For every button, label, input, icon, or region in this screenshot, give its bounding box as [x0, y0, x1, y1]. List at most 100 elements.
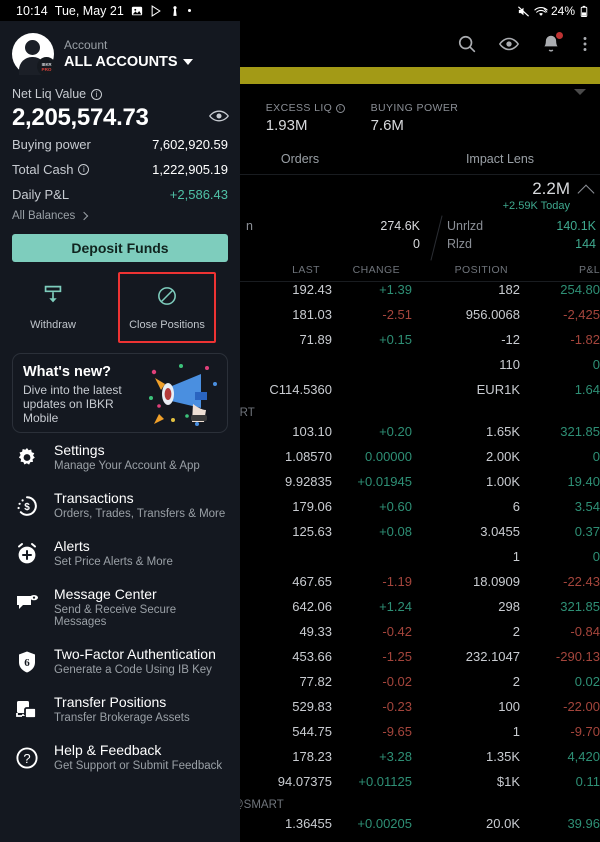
question-circle-icon: ? — [14, 745, 40, 771]
whats-new-subtitle: Dive into the latest updates on IBKR Mob… — [23, 383, 122, 425]
summary-name: Rlzd — [447, 237, 473, 251]
cell-change: -2.51 — [382, 307, 412, 322]
cell-position: 20.0K — [486, 816, 520, 831]
drawer-item-subtitle: Orders, Trades, Transfers & More — [54, 508, 226, 520]
account-header[interactable]: IBKR PRO Account ALL ACCOUNTS — [0, 21, 240, 81]
balance-label-text: Buying power — [12, 137, 91, 152]
cell-position: 1 — [512, 549, 520, 564]
info-icon[interactable]: i — [335, 104, 345, 113]
drawer-item-help-feedback[interactable]: ? Help & Feedback Get Support or Submit Fe… — [0, 733, 240, 781]
drawer-item-alerts[interactable]: Alerts Set Price Alerts & More — [0, 529, 240, 577]
drawer-item-two-factor-authentication[interactable]: 6 Two-Factor Authentication Generate a Cod… — [0, 637, 240, 685]
net-liq-value: 2,205,574.73 — [12, 104, 149, 131]
bell-icon[interactable] — [540, 32, 563, 55]
cell-last: 77.82 — [299, 674, 332, 689]
summary-name: Unrlzd — [447, 219, 484, 233]
cell-pl: 3.54 — [574, 499, 600, 514]
whats-new-card[interactable]: What's new? Dive into the latest updates… — [12, 353, 228, 433]
drawer-item-subtitle: Get Support or Submit Feedback — [54, 760, 223, 772]
cell-last: 71.89 — [299, 332, 332, 347]
cell-pl: -1.82 — [570, 332, 600, 347]
drawer-item-message-center[interactable]: Message Center Send & Receive Secure Mess… — [0, 577, 240, 637]
cell-last: 192.43 — [292, 282, 332, 297]
cell-position: 18.0909 — [473, 574, 520, 589]
cell-position: $1K — [496, 774, 520, 789]
metric-label: EXCESS LIQ i — [266, 102, 345, 114]
tab-impact-lens[interactable]: Impact Lens — [400, 152, 600, 166]
chevron-up-icon[interactable] — [577, 184, 595, 202]
summary-total-value: 2.2M — [532, 179, 570, 198]
cell-position: 1.00K — [486, 474, 520, 489]
cell-position: 2 — [512, 624, 520, 639]
cell-last: 467.65 — [292, 574, 332, 589]
overflow-menu-icon[interactable] — [582, 33, 588, 55]
cell-last: 642.06 — [292, 599, 332, 614]
drawer-item-transfer-positions[interactable]: Transfer Positions Transfer Brokerage Ass… — [0, 685, 240, 733]
play-store-icon — [150, 4, 162, 17]
image-icon — [131, 5, 143, 17]
cell-pl: -0.84 — [570, 624, 600, 639]
cell-change: +3.28 — [379, 749, 412, 764]
navigation-drawer: IBKR PRO Account ALL ACCOUNTS Net Liq Va… — [0, 21, 240, 842]
close-positions-action[interactable]: Close Positions — [118, 272, 216, 343]
cell-change: -0.02 — [382, 674, 412, 689]
column-header-last[interactable]: LAST — [240, 264, 320, 276]
chevron-down-icon[interactable] — [182, 59, 193, 65]
cell-pl: 0 — [592, 549, 600, 564]
cell-pl: 321.85 — [560, 424, 600, 439]
drawer-item-transactions[interactable]: $ Transactions Orders, Trades, Transfers &… — [0, 481, 240, 529]
cell-change: -9.65 — [382, 724, 412, 739]
cell-last: 178.23 — [292, 749, 332, 764]
balance-label: Total Cash i — [12, 162, 90, 177]
cell-change: +0.01945 — [357, 474, 412, 489]
svg-text:$: $ — [24, 502, 30, 513]
column-header-position[interactable]: POSITION — [424, 264, 508, 276]
cell-position: 1.35K — [486, 749, 520, 764]
metric-excess-liq[interactable]: EXCESS LIQ i 1.93M — [266, 102, 371, 134]
cell-position: 2.00K — [486, 449, 520, 464]
shield-key-icon: 6 — [14, 649, 40, 675]
drawer-item-text: Message Center Send & Receive Secure Mess… — [54, 586, 228, 628]
withdraw-action[interactable]: Withdraw — [6, 272, 100, 343]
cell-position: 100 — [498, 699, 520, 714]
eye-icon[interactable] — [208, 109, 230, 123]
summary-left-label: n — [246, 219, 253, 233]
chevron-down-icon[interactable] — [574, 89, 586, 95]
column-header-change[interactable]: CHANGE — [328, 264, 400, 276]
column-header-pl[interactable]: P&L — [534, 264, 600, 276]
balance-label-text: Daily P&L — [12, 187, 70, 202]
transfer-icon — [14, 697, 40, 723]
eye-icon[interactable] — [498, 33, 520, 55]
search-icon[interactable] — [456, 33, 478, 55]
cell-position: 6 — [512, 499, 520, 514]
summary-today-change: +2.59K Today — [502, 200, 570, 212]
cell-change: +0.15 — [379, 332, 412, 347]
metric-buying-power[interactable]: BUYING POWER 7.6M — [371, 102, 485, 134]
cell-pl: 0.02 — [574, 674, 600, 689]
cell-position: 182 — [498, 282, 520, 297]
drawer-item-text: Transfer Positions Transfer Brokerage Ass… — [54, 694, 190, 724]
drawer-item-subtitle: Transfer Brokerage Assets — [54, 712, 190, 724]
drawer-item-subtitle: Send & Receive Secure Messages — [54, 604, 177, 628]
drawer-item-title: Settings — [54, 442, 105, 458]
deposit-funds-button[interactable]: Deposit Funds — [12, 234, 228, 262]
cell-pl: 0 — [592, 357, 600, 372]
cell-position: 298 — [498, 599, 520, 614]
account-selector[interactable]: ALL ACCOUNTS — [64, 54, 193, 70]
balance-value: 1,222,905.19 — [152, 162, 228, 177]
avatar[interactable]: IBKR PRO — [12, 33, 56, 76]
account-text: Account ALL ACCOUNTS — [64, 38, 193, 70]
cell-position: 2 — [512, 674, 520, 689]
info-icon[interactable]: i — [91, 88, 103, 100]
badge-bottom-text: PRO — [41, 66, 52, 72]
avatar-head — [25, 40, 40, 55]
info-icon[interactable]: i — [78, 164, 90, 175]
cell-last: 103.10 — [292, 424, 332, 439]
cell-position: 956.0068 — [465, 307, 520, 322]
drawer-item-text: Transactions Orders, Trades, Transfers & … — [54, 490, 225, 520]
all-balances-link[interactable]: All Balances — [0, 207, 240, 222]
account-name: ALL ACCOUNTS — [64, 54, 178, 70]
drawer-item-settings[interactable]: Settings Manage Your Account & App — [0, 433, 240, 481]
cell-last: 453.66 — [292, 649, 332, 664]
cell-pl: 0 — [592, 449, 600, 464]
